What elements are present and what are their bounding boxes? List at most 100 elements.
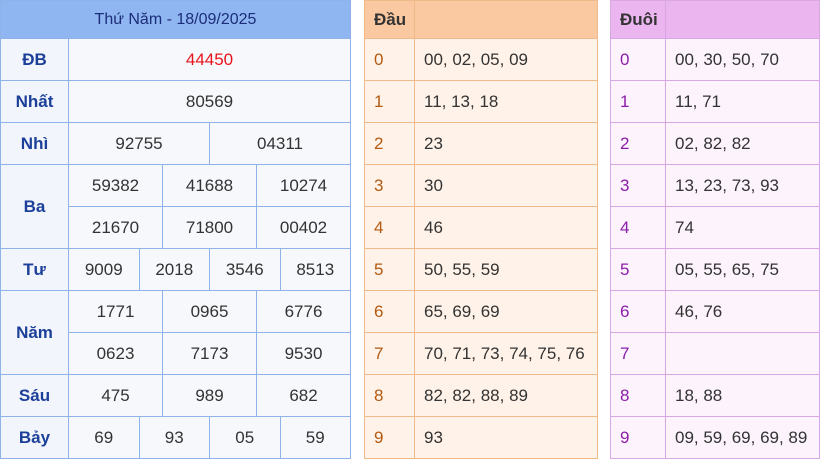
table-row: Nhì 92755 04311 [0, 122, 351, 165]
dau-digit: 5 [364, 248, 415, 291]
prize-value: 21670 [68, 206, 163, 249]
dau-values: 11, 13, 18 [414, 80, 598, 123]
dau-table: Đầu 0 00, 02, 05, 09 1 11, 13, 18 2 23 3 30 4 46 5… [364, 0, 598, 459]
duoi-row: 4 74 [610, 206, 820, 249]
dau-header-blank [414, 0, 598, 39]
prize-label-nam: Năm [0, 290, 69, 375]
dau-digit: 0 [364, 38, 415, 81]
prize-value: 71800 [162, 206, 257, 249]
table-row: Bảy 69 93 05 59 [0, 416, 351, 459]
prize-value: 8513 [279, 248, 351, 291]
duoi-values [665, 332, 820, 375]
duoi-values: 46, 76 [665, 290, 820, 333]
duoi-digit: 4 [610, 206, 666, 249]
prize-value: 682 [256, 374, 351, 417]
prize-value: 6776 [256, 290, 351, 333]
prize-value: 989 [162, 374, 257, 417]
dau-digit: 4 [364, 206, 415, 249]
dau-row: 3 30 [364, 164, 598, 207]
table-row: Tư 9009 2018 3546 8513 [0, 248, 351, 291]
dau-values: 23 [414, 122, 598, 165]
dau-values: 30 [414, 164, 598, 207]
prize-value: 7173 [162, 332, 257, 375]
dau-values: 46 [414, 206, 598, 249]
duoi-header: Đuôi [610, 0, 666, 39]
dau-values: 93 [414, 416, 598, 459]
prize-value: 00402 [256, 206, 351, 249]
prize-value: 92755 [68, 122, 210, 165]
prize-value: 59382 [68, 164, 163, 207]
prize-value: 0623 [68, 332, 163, 375]
duoi-digit: 8 [610, 374, 666, 417]
duoi-row: 5 05, 55, 65, 75 [610, 248, 820, 291]
prize-value: 9530 [256, 332, 351, 375]
dau-digit: 2 [364, 122, 415, 165]
dau-digit: 3 [364, 164, 415, 207]
prize-value: 10274 [256, 164, 351, 207]
results-table: Thứ Năm - 18/09/2025 ĐB 44450 Nhất 80569… [0, 0, 351, 459]
duoi-values: 00, 30, 50, 70 [665, 38, 820, 81]
prize-label-db: ĐB [0, 38, 69, 81]
duoi-values: 02, 82, 82 [665, 122, 820, 165]
results-date-title: Thứ Năm - 18/09/2025 [0, 0, 351, 39]
duoi-values: 11, 71 [665, 80, 820, 123]
duoi-row: 1 11, 71 [610, 80, 820, 123]
dau-values: 65, 69, 69 [414, 290, 598, 333]
dau-row: 1 11, 13, 18 [364, 80, 598, 123]
table-row: Sáu 475 989 682 [0, 374, 351, 417]
duoi-row: 7 [610, 332, 820, 375]
table-row: Ba 59382 41688 10274 [0, 164, 351, 249]
duoi-digit: 0 [610, 38, 666, 81]
results-panel: Thứ Năm - 18/09/2025 ĐB 44450 Nhất 80569… [0, 0, 351, 459]
duoi-values: 05, 55, 65, 75 [665, 248, 820, 291]
table-row: Năm 1771 0965 6776 [0, 290, 351, 375]
dau-digit: 8 [364, 374, 415, 417]
dau-digit: 7 [364, 332, 415, 375]
duoi-digit: 3 [610, 164, 666, 207]
dau-values: 70, 71, 73, 74, 75, 76 [414, 332, 598, 375]
duoi-digit: 6 [610, 290, 666, 333]
prize-value: 475 [68, 374, 163, 417]
prize-label-nhi: Nhì [0, 122, 69, 165]
duoi-digit: 9 [610, 416, 666, 459]
dau-header-row: Đầu [364, 0, 598, 39]
dau-body: 0 00, 02, 05, 09 1 11, 13, 18 2 23 3 30 4 46 5 50, … [364, 38, 598, 459]
duoi-row: 9 09, 59, 69, 69, 89 [610, 416, 820, 459]
duoi-digit: 7 [610, 332, 666, 375]
prize-value: 69 [68, 416, 140, 459]
duoi-header-blank [665, 0, 820, 39]
prize-label-bay: Bảy [0, 416, 69, 459]
duoi-digit: 1 [610, 80, 666, 123]
dau-digit: 9 [364, 416, 415, 459]
duoi-body: 0 00, 30, 50, 70 1 11, 71 2 02, 82, 82 3 13, 23… [610, 38, 820, 459]
prize-value: 9009 [68, 248, 140, 291]
dau-digit: 1 [364, 80, 415, 123]
duoi-table: Đuôi 0 00, 30, 50, 70 1 11, 71 2 02, 82, 82 3 1… [610, 0, 820, 459]
prize-value: 80569 [68, 80, 351, 123]
dau-header: Đầu [364, 0, 415, 39]
duoi-values: 74 [665, 206, 820, 249]
table-row: Nhất 80569 [0, 80, 351, 123]
dau-row: 6 65, 69, 69 [364, 290, 598, 333]
dau-row: 0 00, 02, 05, 09 [364, 38, 598, 81]
table-row: ĐB 44450 [0, 38, 351, 81]
prize-value: 0965 [162, 290, 257, 333]
duoi-row: 0 00, 30, 50, 70 [610, 38, 820, 81]
prize-label-sau: Sáu [0, 374, 69, 417]
dau-row: 8 82, 82, 88, 89 [364, 374, 598, 417]
prize-label-nhat: Nhất [0, 80, 69, 123]
dau-values: 00, 02, 05, 09 [414, 38, 598, 81]
duoi-panel: Đuôi 0 00, 30, 50, 70 1 11, 71 2 02, 82, 82 3 1… [610, 0, 820, 459]
duoi-values: 18, 88 [665, 374, 820, 417]
dau-values: 82, 82, 88, 89 [414, 374, 598, 417]
prize-value: 3546 [209, 248, 281, 291]
dau-row: 7 70, 71, 73, 74, 75, 76 [364, 332, 598, 375]
duoi-header-row: Đuôi [610, 0, 820, 39]
prize-value: 04311 [209, 122, 351, 165]
prize-value: 44450 [68, 38, 351, 81]
prize-value: 59 [279, 416, 351, 459]
dau-row: 5 50, 55, 59 [364, 248, 598, 291]
prize-value: 93 [138, 416, 210, 459]
dau-row: 2 23 [364, 122, 598, 165]
duoi-values: 09, 59, 69, 69, 89 [665, 416, 820, 459]
